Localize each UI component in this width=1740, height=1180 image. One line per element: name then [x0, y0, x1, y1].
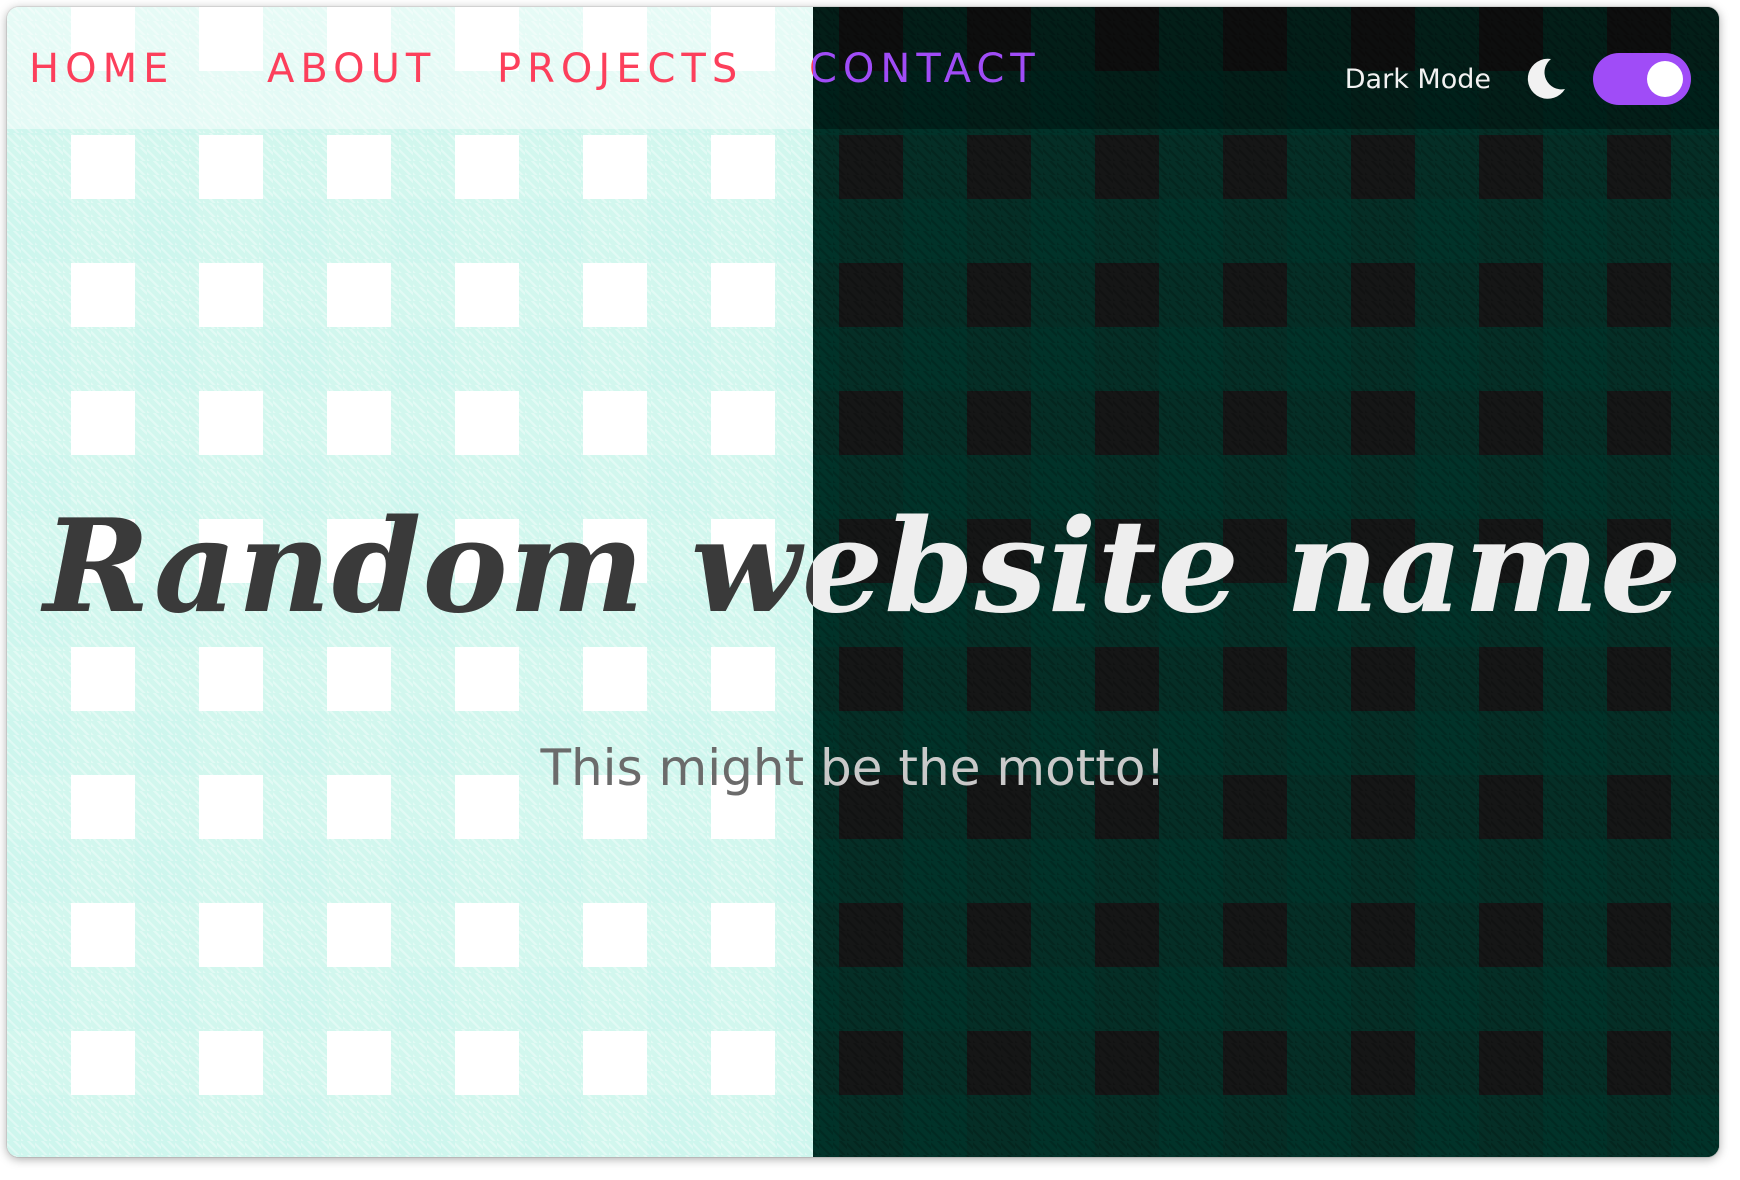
- browser-viewport: HOME ABOUT PROJECTS CONTACT Random websi…: [7, 7, 1719, 1157]
- nav-link-about[interactable]: ABOUT: [267, 37, 497, 101]
- toggle-knob: [1647, 61, 1683, 97]
- nav-link-home[interactable]: HOME: [29, 37, 267, 101]
- nav-link-projects[interactable]: PROJECTS: [497, 37, 809, 101]
- moon-icon: [1521, 55, 1569, 103]
- dark-mode-control: Dark Mode: [1345, 53, 1691, 105]
- dark-mode-toggle[interactable]: [1593, 53, 1691, 105]
- dark-mode-label: Dark Mode: [1344, 63, 1491, 95]
- nav-link-contact[interactable]: CONTACT: [813, 37, 1069, 101]
